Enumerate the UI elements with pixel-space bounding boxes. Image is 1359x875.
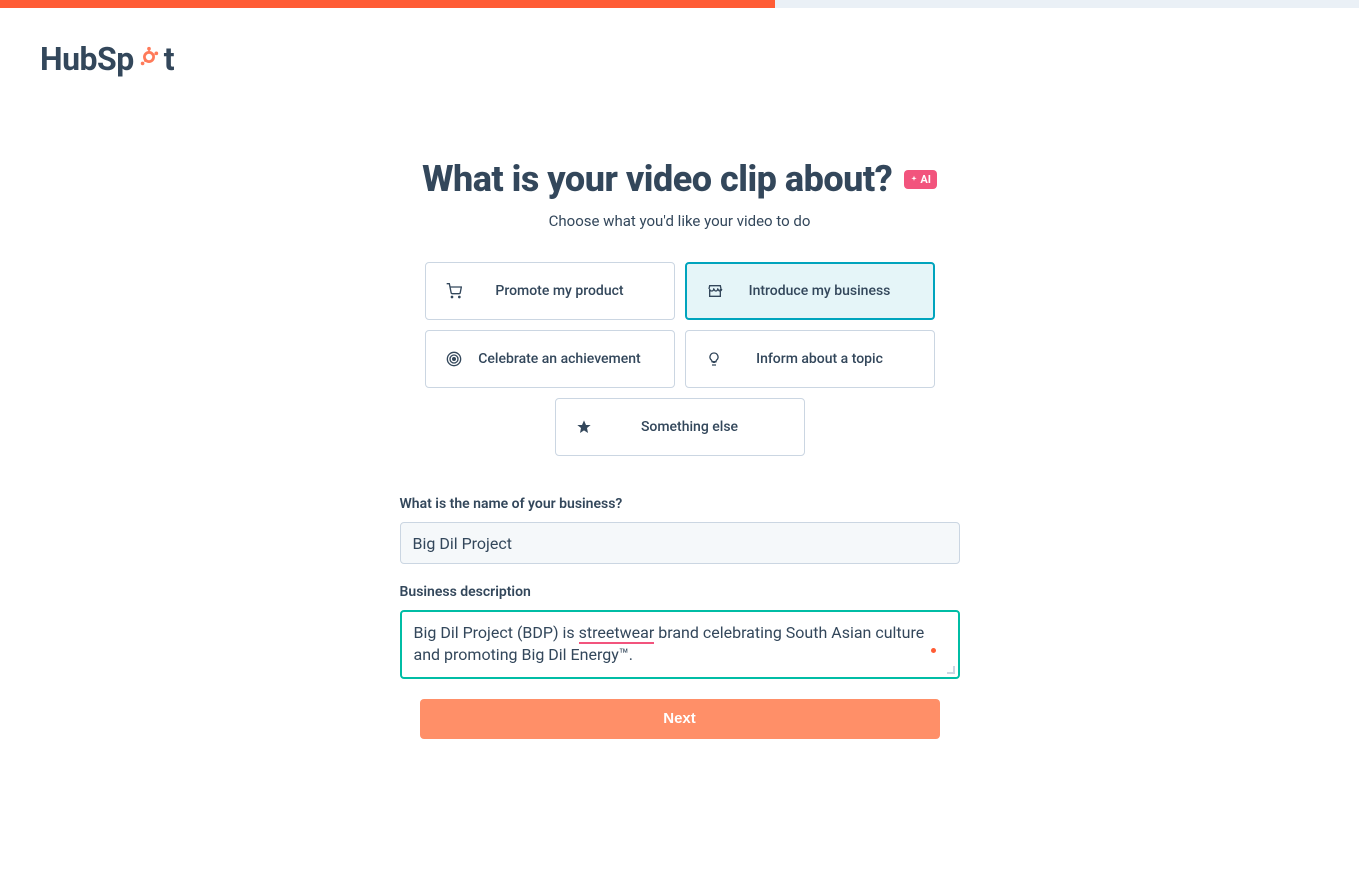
cart-icon	[444, 281, 464, 301]
indicator-dot	[931, 648, 936, 653]
hubspot-logo[interactable]: HubSpt	[40, 40, 1359, 78]
option-label: Something else	[594, 419, 786, 435]
logo-text-hub: HubSp	[40, 40, 134, 78]
option-inform-topic[interactable]: Inform about a topic	[685, 330, 935, 388]
business-description-textarea[interactable]: Big Dil Project (BDP) is streetwear bran…	[400, 610, 960, 679]
textarea-wrap: Big Dil Project (BDP) is streetwear bran…	[400, 610, 960, 679]
progress-bar	[0, 0, 1359, 8]
bulb-icon	[704, 349, 724, 369]
subheading: Choose what you'd like your video to do	[400, 212, 960, 230]
heading-wrap: What is your video clip about? AI	[400, 158, 960, 200]
progress-fill	[0, 0, 775, 8]
business-description-section: Business description Big Dil Project (BD…	[400, 584, 960, 679]
sparkle-icon	[910, 175, 918, 183]
business-name-input[interactable]	[400, 522, 960, 564]
option-label: Promote my product	[464, 283, 656, 299]
page-heading: What is your video clip about?	[422, 158, 892, 200]
option-label: Inform about a topic	[724, 351, 916, 367]
business-name-section: What is the name of your business?	[400, 496, 960, 564]
sprocket-icon	[138, 46, 160, 72]
business-description-label: Business description	[400, 584, 960, 600]
resize-handle[interactable]	[946, 665, 956, 675]
star-icon	[574, 417, 594, 437]
next-button[interactable]: Next	[420, 699, 940, 739]
main-container: What is your video clip about? AI Choose…	[380, 158, 980, 739]
option-promote-product[interactable]: Promote my product	[425, 262, 675, 320]
desc-prefix: Big Dil Project (BDP) is	[414, 623, 579, 642]
option-introduce-business[interactable]: Introduce my business	[685, 262, 935, 320]
option-label: Introduce my business	[725, 283, 915, 299]
business-name-label: What is the name of your business?	[400, 496, 960, 512]
ai-badge: AI	[904, 170, 937, 189]
options-grid: Promote my product Introduce my business…	[400, 262, 960, 456]
desc-underlined: streetwear	[579, 623, 655, 644]
option-something-else[interactable]: Something else	[555, 398, 805, 456]
logo-text-t: t	[164, 40, 174, 78]
target-icon	[444, 349, 464, 369]
ai-badge-text: AI	[920, 173, 931, 186]
storefront-icon	[705, 281, 725, 301]
option-celebrate-achievement[interactable]: Celebrate an achievement	[425, 330, 675, 388]
option-label: Celebrate an achievement	[464, 351, 656, 367]
